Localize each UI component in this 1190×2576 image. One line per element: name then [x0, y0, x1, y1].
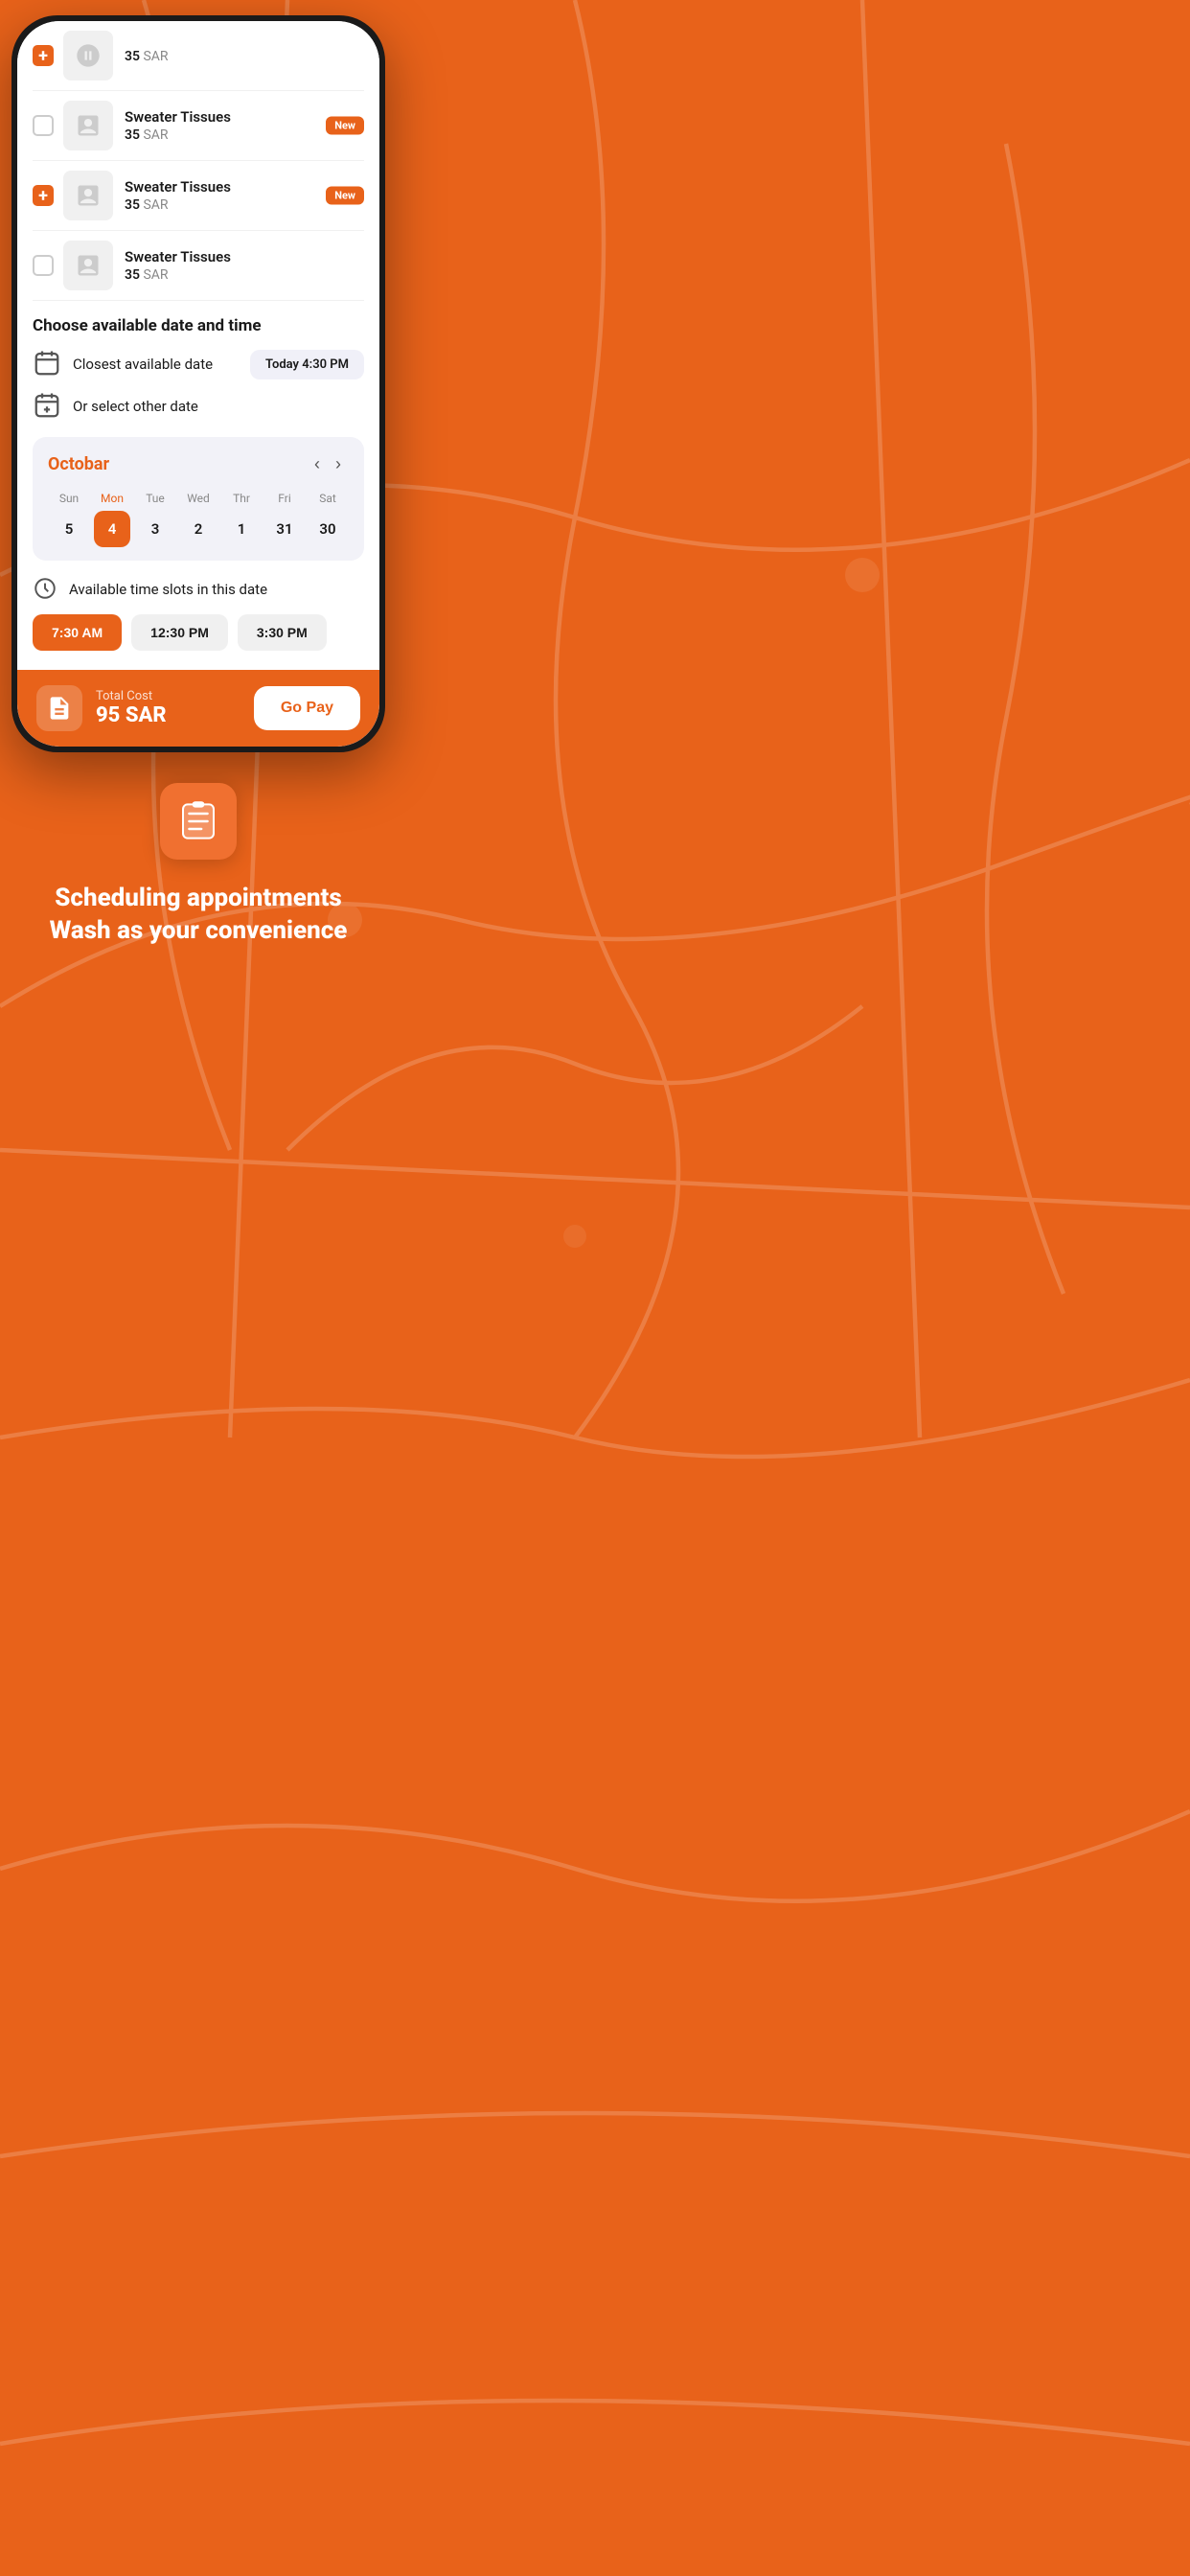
- phone-device: + 35 SAR Sweater Tissues: [11, 15, 385, 752]
- calendar-days: Sun 5 Mon 4 Tue 3 Wed 2 Thr 1 Fri 31 Sat…: [48, 492, 349, 547]
- calendar-next-button[interactable]: ›: [328, 450, 349, 478]
- product-checkbox-2[interactable]: +: [33, 185, 54, 206]
- product-checkbox-1[interactable]: [33, 115, 54, 136]
- closest-date-label: Closest available date: [73, 356, 250, 373]
- closest-date-value[interactable]: Today 4:30 PM: [250, 350, 364, 380]
- product-info-0: 35 SAR: [125, 47, 364, 64]
- timeslot-row-title: Available time slots in this date: [33, 576, 364, 603]
- clock-icon: [33, 576, 59, 603]
- badge-new-2: New: [326, 187, 364, 205]
- datetime-section: Choose available date and time Closest a…: [17, 301, 379, 670]
- timeslot-label: Available time slots in this date: [69, 581, 267, 598]
- badge-new-1: New: [326, 117, 364, 135]
- add-calendar-icon: [33, 391, 63, 422]
- calendar-day-5[interactable]: Fri 31: [263, 492, 306, 547]
- time-slot-0[interactable]: 7:30 AM: [33, 614, 122, 651]
- calendar-day-6[interactable]: Sat 30: [307, 492, 349, 547]
- calendar-day-3[interactable]: Wed 2: [177, 492, 219, 547]
- other-date-row[interactable]: Or select other date: [33, 391, 364, 422]
- section-title: Choose available date and time: [33, 316, 364, 335]
- tagline-line1: Scheduling appointments: [50, 883, 348, 915]
- total-info: Total Cost 95 SAR: [96, 689, 254, 727]
- tagline-line2: Wash as your convenience: [50, 915, 348, 948]
- product-item-2: + Sweater Tissues 35 SAR New: [33, 161, 364, 231]
- total-amount: 95 SAR: [96, 703, 254, 727]
- calendar-day-0[interactable]: Sun 5: [48, 492, 90, 547]
- product-checkbox-0[interactable]: +: [33, 45, 54, 66]
- calendar: Octobar ‹ › Sun 5 Mon 4 Tue 3 Wed 2 Thr …: [33, 437, 364, 561]
- calendar-prev-button[interactable]: ‹: [307, 450, 328, 478]
- product-item-3: Sweater Tissues 35 SAR: [33, 231, 364, 301]
- app-icon-large: [160, 783, 237, 860]
- calendar-day-2[interactable]: Tue 3: [134, 492, 176, 547]
- product-image-1: [63, 101, 113, 150]
- product-image-2: [63, 171, 113, 220]
- closest-date-row: Closest available date Today 4:30 PM: [33, 349, 364, 380]
- time-slot-1[interactable]: 12:30 PM: [131, 614, 228, 651]
- total-label: Total Cost: [96, 689, 254, 703]
- receipt-icon: [36, 685, 82, 731]
- below-phone-section: Scheduling appointments Wash as your con…: [0, 752, 397, 994]
- time-slot-2[interactable]: 3:30 PM: [238, 614, 327, 651]
- go-pay-button[interactable]: Go Pay: [254, 686, 360, 730]
- calendar-month: Octobar: [48, 454, 307, 474]
- calendar-day-1[interactable]: Mon 4: [91, 492, 133, 547]
- product-checkbox-3[interactable]: [33, 255, 54, 276]
- product-item-1: Sweater Tissues 35 SAR New: [33, 91, 364, 161]
- product-info-3: Sweater Tissues 35 SAR: [125, 248, 364, 283]
- phone-screen: + 35 SAR Sweater Tissues: [17, 21, 379, 747]
- calendar-header: Octobar ‹ ›: [48, 450, 349, 478]
- product-image-3: [63, 241, 113, 290]
- calendar-icon: [33, 349, 63, 380]
- calendar-day-4[interactable]: Thr 1: [220, 492, 263, 547]
- product-name-3: Sweater Tissues: [125, 248, 364, 265]
- bottom-bar: Total Cost 95 SAR Go Pay: [17, 670, 379, 747]
- product-image-0: [63, 31, 113, 80]
- time-slots: 7:30 AM12:30 PM 3:30 PM: [33, 614, 364, 651]
- product-list: + 35 SAR Sweater Tissues: [17, 21, 379, 301]
- product-item-0: + 35 SAR: [33, 21, 364, 91]
- tagline: Scheduling appointments Wash as your con…: [50, 883, 348, 948]
- product-price-0: 35 SAR: [125, 49, 364, 64]
- product-price-3: 35 SAR: [125, 267, 364, 283]
- other-date-label: Or select other date: [73, 398, 198, 415]
